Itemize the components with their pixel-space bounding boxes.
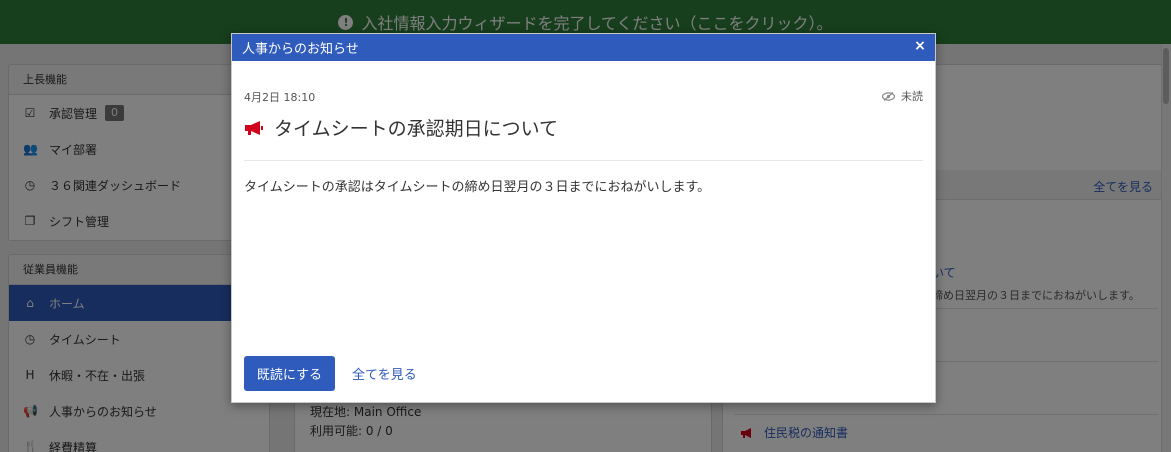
read-status-text: 未読 [901, 90, 923, 103]
eye-slash-icon [882, 91, 895, 101]
notice-title-text: タイムシートの承認期日について [274, 118, 559, 140]
modal-divider [244, 160, 923, 161]
hr-notice-modal: 人事からのお知らせ × 4月2日 18:10 未読 タイムシートの承認期日につい… [231, 33, 936, 403]
notice-date: 4月2日 18:10 [244, 91, 316, 104]
megaphone-icon [245, 120, 263, 135]
read-status: 未読 [882, 88, 923, 104]
mark-read-button[interactable]: 既読にする [244, 356, 335, 391]
notice-title: タイムシートの承認期日について [244, 114, 558, 141]
modal-header: 人事からのお知らせ × [232, 34, 935, 61]
view-all-link[interactable]: 全てを見る [352, 364, 417, 383]
close-icon[interactable]: × [913, 39, 927, 53]
notice-body: タイムシートの承認はタイムシートの締め日翌月の３日までにおねがいします。 [244, 180, 711, 195]
modal-header-title: 人事からのお知らせ [242, 42, 359, 57]
